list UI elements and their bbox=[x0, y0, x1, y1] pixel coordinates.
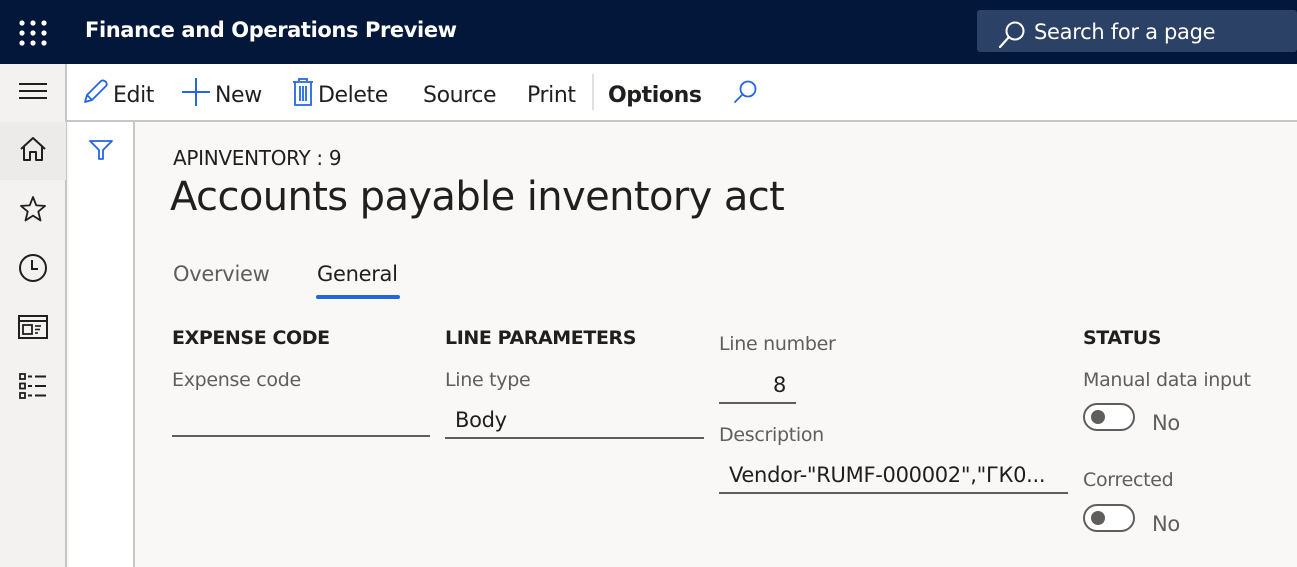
tab-general[interactable]: General bbox=[317, 262, 398, 286]
star-icon bbox=[19, 195, 47, 227]
expense-code-input[interactable] bbox=[172, 403, 430, 437]
delete-label: Delete bbox=[318, 82, 388, 108]
action-separator bbox=[592, 74, 594, 110]
tab-overview[interactable]: Overview bbox=[173, 262, 270, 286]
page-search-input[interactable]: Search for a page bbox=[977, 10, 1297, 52]
toggle-knob bbox=[1091, 511, 1105, 525]
nav-menu-button[interactable] bbox=[0, 64, 66, 122]
action-search-button[interactable] bbox=[732, 80, 758, 110]
active-tab-indicator bbox=[316, 295, 400, 299]
search-placeholder: Search for a page bbox=[1034, 20, 1216, 44]
manual-data-input-value: No bbox=[1152, 411, 1180, 435]
line-parameters-group-title: LINE PARAMETERS bbox=[445, 327, 637, 349]
description-label: Description bbox=[719, 424, 824, 446]
nav-recent[interactable] bbox=[0, 241, 66, 299]
source-button[interactable]: Source bbox=[423, 80, 497, 110]
corrected-toggle[interactable] bbox=[1083, 504, 1135, 532]
main-content: APINVENTORY : 9 Accounts payable invento… bbox=[137, 122, 1297, 567]
filter-icon[interactable] bbox=[89, 140, 113, 164]
trash-icon bbox=[292, 78, 314, 112]
list-icon bbox=[19, 373, 47, 403]
hamburger-icon bbox=[19, 82, 47, 104]
edit-label: Edit bbox=[113, 82, 155, 108]
plus-icon bbox=[181, 77, 211, 113]
edit-button[interactable]: Edit bbox=[81, 78, 155, 112]
source-label: Source bbox=[423, 82, 497, 108]
page-title: Accounts payable inventory act bbox=[170, 174, 785, 220]
new-label: New bbox=[215, 82, 262, 108]
manual-data-input-label: Manual data input bbox=[1083, 369, 1251, 391]
delete-button[interactable]: Delete bbox=[292, 78, 388, 112]
filter-pane bbox=[69, 122, 135, 567]
line-number-input[interactable]: 8 bbox=[719, 370, 796, 404]
status-group-title: STATUS bbox=[1083, 327, 1162, 349]
app-title: Finance and Operations Preview bbox=[85, 18, 457, 42]
manual-data-input-toggle[interactable] bbox=[1083, 403, 1135, 431]
nav-favorites[interactable] bbox=[0, 182, 66, 240]
options-button[interactable]: Options bbox=[608, 80, 702, 110]
clock-icon bbox=[18, 253, 48, 287]
action-pane: Edit New Delete Source Print Options bbox=[67, 64, 1297, 122]
corrected-value: No bbox=[1152, 512, 1180, 536]
expense-code-label: Expense code bbox=[172, 369, 301, 391]
options-label: Options bbox=[608, 82, 702, 108]
workspace-icon bbox=[18, 315, 48, 343]
search-icon bbox=[732, 79, 758, 111]
print-button[interactable]: Print bbox=[527, 80, 576, 110]
line-type-label: Line type bbox=[445, 369, 531, 391]
corrected-label: Corrected bbox=[1083, 469, 1174, 491]
toggle-knob bbox=[1091, 410, 1105, 424]
top-navigation-bar: Finance and Operations Preview Search fo… bbox=[0, 0, 1297, 64]
line-number-label: Line number bbox=[719, 333, 836, 355]
line-type-select[interactable]: Body bbox=[445, 405, 704, 439]
record-breadcrumb: APINVENTORY : 9 bbox=[173, 146, 342, 170]
nav-modules[interactable] bbox=[0, 359, 66, 417]
print-label: Print bbox=[527, 82, 576, 108]
pencil-icon bbox=[81, 78, 109, 112]
search-icon bbox=[997, 20, 1027, 54]
description-input[interactable]: Vendor-"RUMF-000002","ГК0... bbox=[719, 460, 1068, 494]
home-icon bbox=[19, 136, 47, 166]
navigation-rail bbox=[0, 64, 67, 567]
app-launcher-waffle-icon[interactable] bbox=[19, 20, 47, 46]
nav-workspaces[interactable] bbox=[0, 300, 66, 358]
nav-home[interactable] bbox=[0, 122, 66, 180]
expense-code-group-title: EXPENSE CODE bbox=[172, 327, 330, 349]
new-button[interactable]: New bbox=[181, 77, 262, 113]
